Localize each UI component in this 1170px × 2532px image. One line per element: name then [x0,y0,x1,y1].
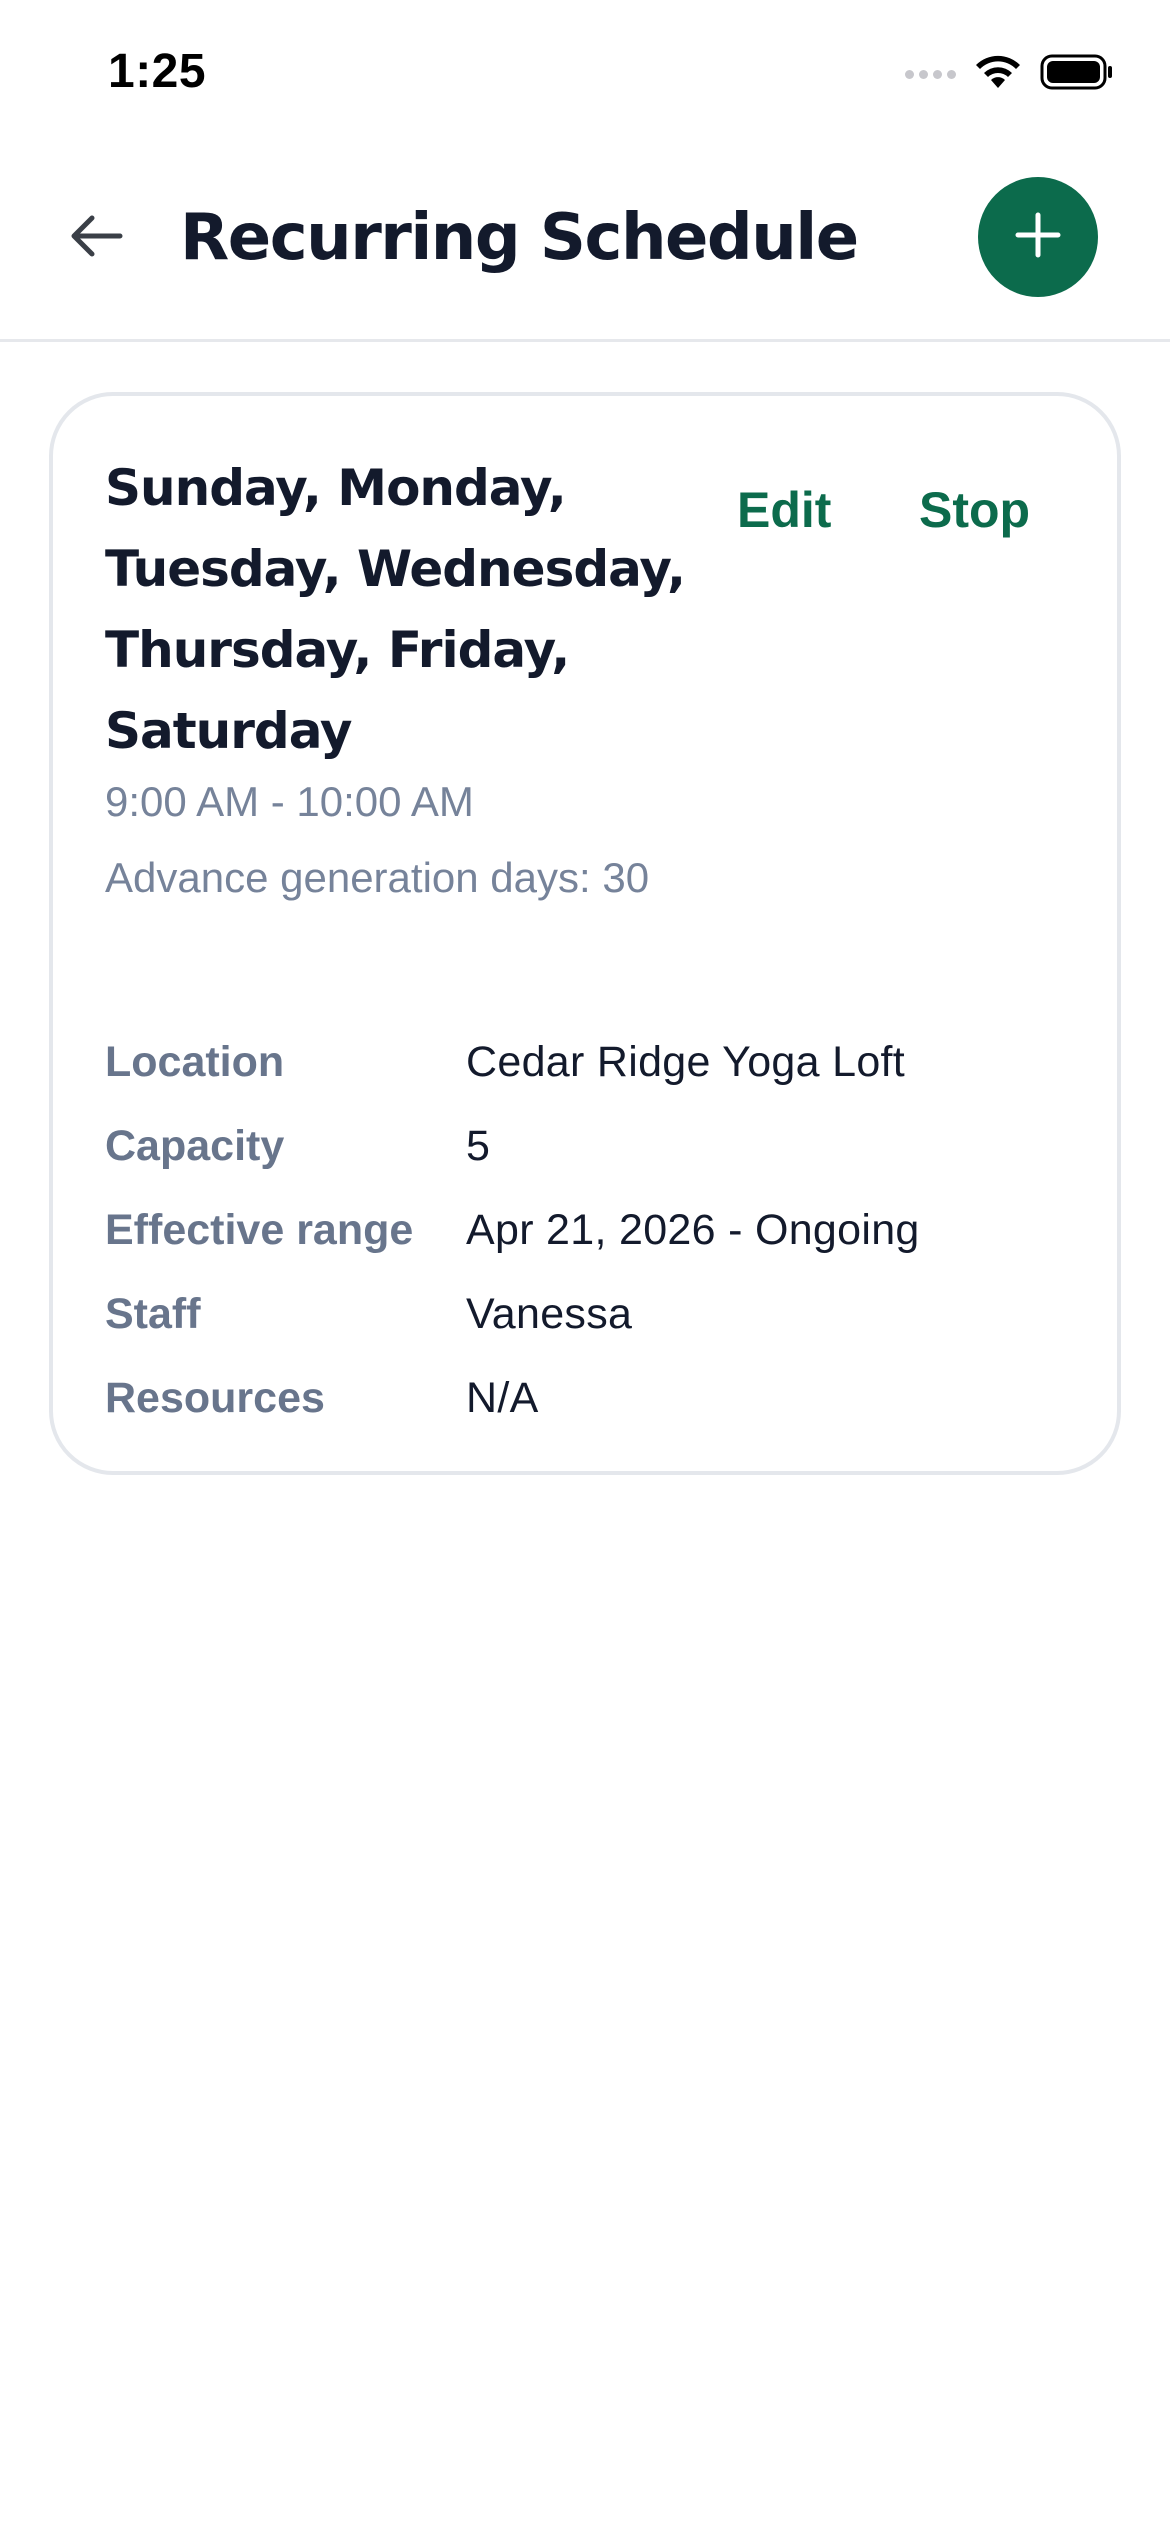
stop-button[interactable]: Stop [919,480,1030,540]
battery-icon [1040,52,1114,97]
detail-value: 5 [466,1122,491,1170]
detail-value: Vanessa [466,1290,633,1338]
cellular-dots-icon [905,69,956,79]
status-icons [905,52,1114,96]
back-button[interactable] [60,202,132,274]
edit-button[interactable]: Edit [737,480,831,540]
page-title: Recurring Schedule [180,201,859,275]
status-time: 1:25 [108,45,207,98]
detail-value: Apr 21, 2026 - Ongoing [466,1206,920,1254]
detail-label: Staff [105,1290,201,1338]
advance-generation-days: Advance generation days: 30 [105,854,650,901]
detail-row-effective-range: Effective range Apr 21, 2026 - Ongoing [105,1200,1065,1284]
detail-row-staff: Staff Vanessa [105,1284,1065,1368]
detail-value: N/A [466,1374,539,1422]
schedule-days-title: Sunday, Monday, Tuesday, Wednesday, Thur… [105,459,686,760]
schedule-time-range: 9:00 AM - 10:00 AM [105,778,474,825]
schedule-card: Sunday, Monday, Tuesday, Wednesday, Thur… [49,392,1121,1475]
plus-icon [1014,211,1062,264]
detail-label: Resources [105,1374,325,1422]
app-header: Recurring Schedule [0,140,1170,342]
detail-row-location: Location Cedar Ridge Yoga Loft [105,1032,1065,1116]
detail-row-resources: Resources N/A [105,1368,1065,1452]
detail-label: Effective range [105,1206,414,1254]
detail-value: Cedar Ridge Yoga Loft [466,1038,906,1086]
add-schedule-button[interactable] [978,177,1098,297]
arrow-left-icon [68,214,124,263]
detail-label: Location [105,1038,285,1086]
detail-row-capacity: Capacity 5 [105,1116,1065,1200]
wifi-icon [972,52,1024,97]
schedule-details: Location Cedar Ridge Yoga Loft Capacity … [105,1032,1065,1452]
detail-label: Capacity [105,1122,285,1170]
status-bar: 1:25 [0,0,1170,140]
